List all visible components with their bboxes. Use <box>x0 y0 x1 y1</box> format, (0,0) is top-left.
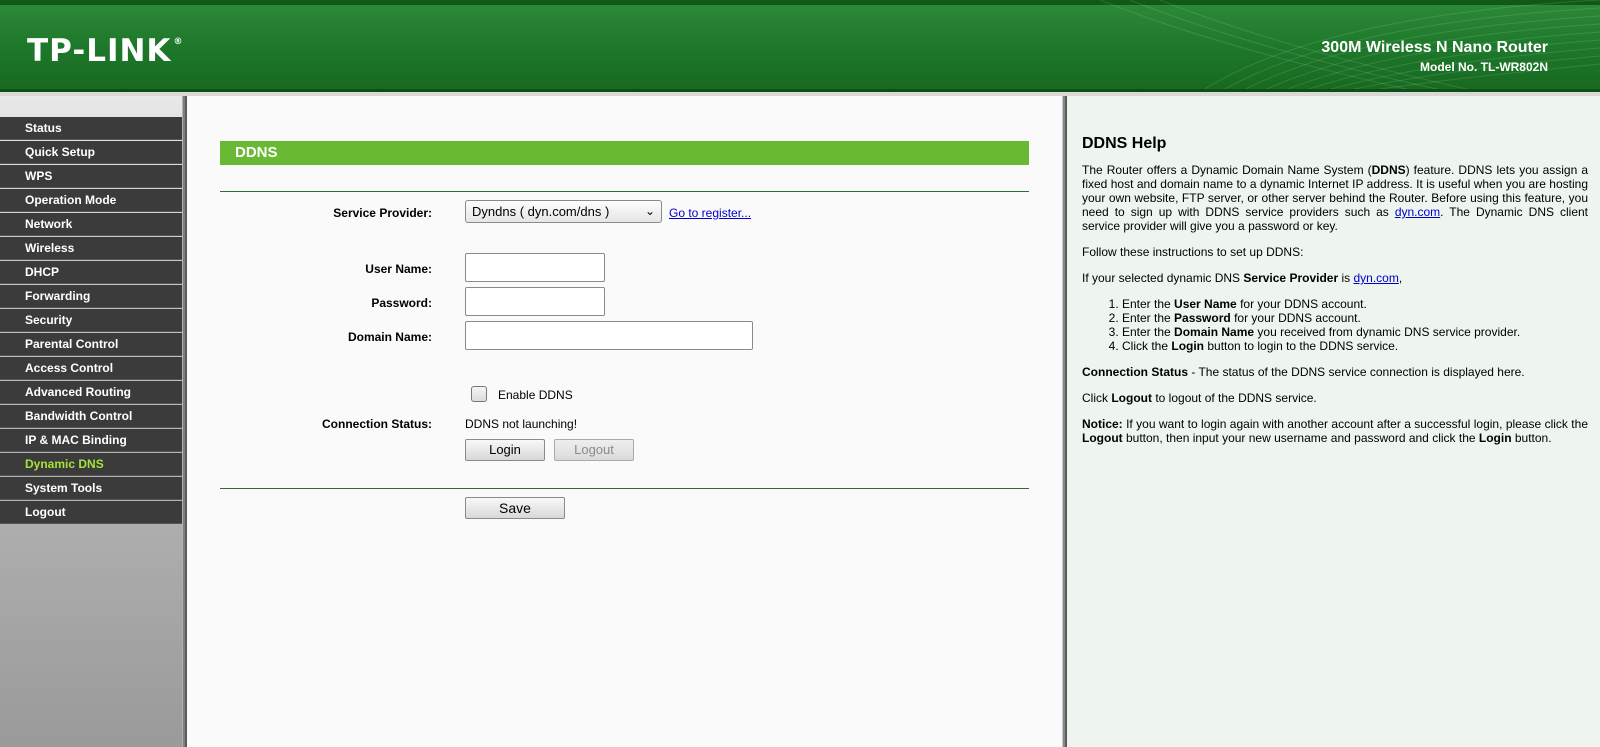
domain-name-label: Domain Name: <box>347 330 432 344</box>
help-step: Click the Login button to login to the D… <box>1122 339 1588 353</box>
sidebar-item-advanced-routing[interactable]: Advanced Routing <box>0 381 182 404</box>
help-content: DDNS Help The Router offers a Dynamic Do… <box>1082 135 1589 457</box>
help-step: Enter the Password for your DDNS account… <box>1122 311 1588 325</box>
tp-link-logo: TP-LINK ® <box>27 33 184 69</box>
sidebar-item-status[interactable]: Status <box>0 117 182 140</box>
enable-ddns-checkbox[interactable] <box>471 386 487 402</box>
sidebar-item-access-control[interactable]: Access Control <box>0 357 182 380</box>
sidebar-item-security[interactable]: Security <box>0 309 182 332</box>
connection-status-value: DDNS not launching! <box>465 417 578 431</box>
help-notice: Notice: If you want to login again with … <box>1082 417 1588 445</box>
sidebar-item-wps[interactable]: WPS <box>0 165 182 188</box>
connection-status-label: Connection Status: <box>322 417 432 431</box>
page-title: DDNS <box>220 141 1029 165</box>
help-connection-status: Connection Status - The status of the DD… <box>1082 365 1525 379</box>
sidebar-item-system-tools[interactable]: System Tools <box>0 477 182 500</box>
service-provider-label: Service Provider: <box>333 206 432 220</box>
register-link[interactable]: Go to register... <box>669 206 751 220</box>
chevron-down-icon: ⌄ <box>644 204 655 218</box>
header-banner: TP-LINK ® 300M Wireless N Nano Router Mod… <box>0 0 1600 92</box>
password-label: Password: <box>371 296 432 310</box>
help-title: DDNS Help <box>1082 135 1167 152</box>
sidebar-item-quick-setup[interactable]: Quick Setup <box>0 141 182 164</box>
username-input[interactable] <box>465 253 605 282</box>
help-intro: The Router offers a Dynamic Domain Name … <box>1082 163 1589 233</box>
help-provider-line: If your selected dynamic DNS Service Pro… <box>1082 271 1403 285</box>
service-provider-select[interactable]: Dyndns ( dyn.com/dns ) ⌄ <box>465 200 662 223</box>
sidebar-item-ip-mac-binding[interactable]: IP & MAC Binding <box>0 429 182 452</box>
sidebar-item-wireless[interactable]: Wireless <box>0 237 182 260</box>
sidebar-item-forwarding[interactable]: Forwarding <box>0 285 182 308</box>
domain-name-input[interactable] <box>465 321 753 350</box>
sidebar-menu: Status Quick Setup WPS Operation Mode Networ… <box>0 117 182 525</box>
help-instructions: Follow these instructions to set up DDNS… <box>1082 245 1304 259</box>
help-logout: Click Logout to logout of the DDNS servi… <box>1082 391 1317 405</box>
sidebar-item-parental-control[interactable]: Parental Control <box>0 333 182 356</box>
product-name: 300M Wireless N Nano Router <box>1321 39 1548 56</box>
divider-bottom <box>220 488 1029 489</box>
dyn-com-link[interactable]: dyn.com <box>1395 205 1440 219</box>
model-number: Model No. TL-WR802N <box>1420 60 1548 74</box>
help-steps: Enter the User Name for your DDNS accoun… <box>1122 297 1588 353</box>
logout-button[interactable]: Logout <box>554 439 634 461</box>
sidebar-item-dynamic-dns[interactable]: Dynamic DNS <box>0 453 182 476</box>
help-step: Enter the Domain Name you received from … <box>1122 325 1588 339</box>
password-input[interactable] <box>465 287 605 316</box>
username-label: User Name: <box>365 262 432 276</box>
sidebar-item-logout[interactable]: Logout <box>0 501 182 524</box>
sidebar-item-bandwidth-control[interactable]: Bandwidth Control <box>0 405 182 428</box>
sidebar-item-dhcp[interactable]: DHCP <box>0 261 182 284</box>
save-button[interactable]: Save <box>465 497 565 519</box>
service-provider-value: Dyndns ( dyn.com/dns ) <box>472 204 610 219</box>
sidebar-item-operation-mode[interactable]: Operation Mode <box>0 189 182 212</box>
divider-top <box>220 191 1029 192</box>
login-button[interactable]: Login <box>465 439 545 461</box>
enable-ddns-label: Enable DDNS <box>498 388 573 402</box>
help-step: Enter the User Name for your DDNS accoun… <box>1122 297 1588 311</box>
dyn-com-link-2[interactable]: dyn.com <box>1353 271 1398 285</box>
sidebar-item-network[interactable]: Network <box>0 213 182 236</box>
